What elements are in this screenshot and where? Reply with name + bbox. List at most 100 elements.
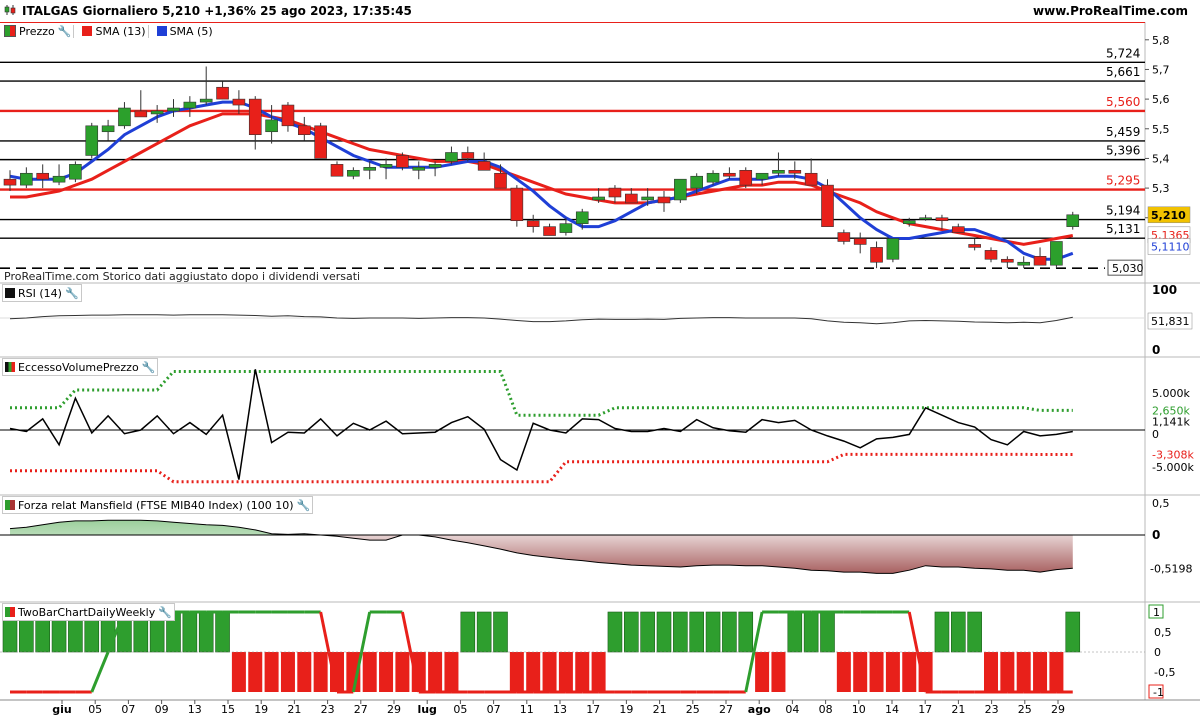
x-tick-label: 17 (918, 703, 932, 716)
legend-item-price[interactable]: Prezzo 🔧 (2, 24, 75, 38)
twobar-bar (542, 652, 557, 692)
twobar-bar (803, 611, 819, 653)
sma5-tag-text: 5,1110 (1151, 241, 1190, 254)
candle-body (543, 226, 556, 236)
candle-body (134, 110, 148, 118)
candle-body (624, 193, 638, 204)
x-tick-label: 25 (1018, 703, 1032, 716)
candle-body (428, 164, 442, 168)
level-label: 5,661 (1106, 65, 1140, 79)
level-label: 5,459 (1106, 125, 1140, 139)
candlestick-icon (4, 5, 16, 15)
twobar-bar (705, 611, 721, 653)
rsi-last-label: 51,831 (1151, 315, 1190, 328)
provider-site[interactable]: www.ProRealTime.com (1033, 4, 1188, 18)
twobar-tick-label: 0 (1154, 646, 1161, 659)
price-swatch (4, 25, 16, 37)
candle-body (494, 172, 507, 189)
twobar-bar (787, 611, 803, 653)
candle-body (1033, 256, 1047, 266)
evp-tick-top: 5.000k (1152, 387, 1190, 400)
twobar-bar (656, 611, 672, 653)
x-tick-label: 21 (653, 703, 667, 716)
legend-item-sma5[interactable]: SMA (5) (155, 25, 215, 38)
candle-body (216, 86, 229, 100)
candle-body (919, 217, 932, 220)
twobar-bar (1016, 652, 1031, 692)
candle-body (314, 125, 327, 159)
evp-green-dotted (10, 370, 1073, 417)
legend-item-sma13[interactable]: SMA (13) (80, 24, 149, 38)
wrench-icon[interactable]: 🔧 (297, 499, 311, 512)
twobar-tick-label: 1 (1153, 606, 1160, 619)
mansfield-tick-label: 0,5 (1152, 497, 1170, 510)
candle-body (20, 172, 33, 186)
twobar-bar (280, 652, 295, 692)
x-tick-label: 27 (354, 703, 368, 716)
twobar-bar (558, 652, 573, 692)
level-label: 5,194 (1106, 204, 1140, 218)
evp-red-level-label: -3,308k (1152, 448, 1194, 461)
candle-body (248, 98, 262, 136)
price-tick-label: 5,5 (1152, 123, 1170, 136)
candle-body (804, 172, 818, 186)
candle-body (36, 172, 50, 180)
x-tick-label: 15 (221, 703, 235, 716)
level-label: 5,131 (1106, 222, 1140, 236)
price-tick-label: 5,7 (1152, 63, 1170, 76)
twobar-bar (869, 652, 884, 692)
twobar-bar (1033, 652, 1048, 692)
wrench-icon[interactable]: 🔧 (142, 361, 156, 374)
x-tick-label: 14 (885, 703, 899, 716)
candle-body (821, 184, 834, 227)
adjusted-note: ProRealTime.com Storico dati aggiustato … (4, 270, 360, 283)
candle-body (984, 250, 998, 260)
wrench-icon[interactable]: 🔧 (58, 25, 72, 38)
x-tick-label: 25 (686, 703, 700, 716)
x-tick-label: 07 (487, 703, 501, 716)
twobar-bar (215, 611, 230, 653)
candle-body (559, 223, 573, 233)
rsi-panel-label[interactable]: RSI (14) 🔧 (2, 284, 82, 302)
twobar-panel-label[interactable]: TwoBarChartDailyWeekly 🔧 (2, 603, 175, 621)
level-label: 5,724 (1106, 46, 1140, 60)
candle-body (723, 172, 736, 177)
x-tick-label: 13 (553, 703, 567, 716)
x-tick-label: ago (748, 703, 771, 716)
evp-zero-label: 0 (1152, 428, 1159, 441)
price-tick-label: 5,3 (1152, 182, 1170, 195)
wrench-icon[interactable]: 🔧 (158, 606, 172, 619)
x-tick-label: 19 (619, 703, 633, 716)
twobar-tick-label: -1 (1153, 686, 1164, 699)
candle-body (265, 119, 278, 133)
evp-red-dotted (10, 452, 1073, 484)
candle-body (641, 196, 654, 201)
twobar-bar (575, 652, 590, 692)
legend-price-label: Prezzo (19, 24, 55, 38)
twobar-bar (673, 611, 688, 653)
twobar-bar (820, 611, 835, 653)
evp-panel-label[interactable]: EccessoVolumePrezzo 🔧 (2, 358, 159, 376)
candle-body (379, 164, 393, 168)
twobar-bar (934, 611, 950, 653)
x-tick-label: 13 (188, 703, 202, 716)
twobar-bar (853, 652, 868, 692)
candle-body (69, 164, 82, 180)
candle-body (1017, 261, 1031, 266)
candle-body (788, 169, 802, 174)
candle-body (199, 98, 213, 103)
wrench-icon[interactable]: 🔧 (65, 287, 79, 300)
candle-body (183, 101, 197, 109)
x-tick-label: 21 (951, 703, 965, 716)
twobar-bar (509, 652, 524, 692)
price-tick-label: 5,8 (1152, 34, 1170, 47)
mansfield-label: Forza relat Mansfield (FTSE MIB40 Index)… (18, 498, 294, 512)
x-tick-label: 27 (719, 703, 733, 716)
price-tick-label: 5,6 (1152, 93, 1170, 106)
candle-body (101, 125, 115, 133)
twobar-bar (738, 611, 754, 653)
twobar-bar (526, 652, 541, 692)
mansfield-panel-label[interactable]: Forza relat Mansfield (FTSE MIB40 Index)… (2, 496, 314, 514)
chart-header: ITALGAS Giornaliero 5,210 +1,36% 25 ago … (0, 0, 1200, 22)
x-tick-label: giu (52, 703, 71, 716)
